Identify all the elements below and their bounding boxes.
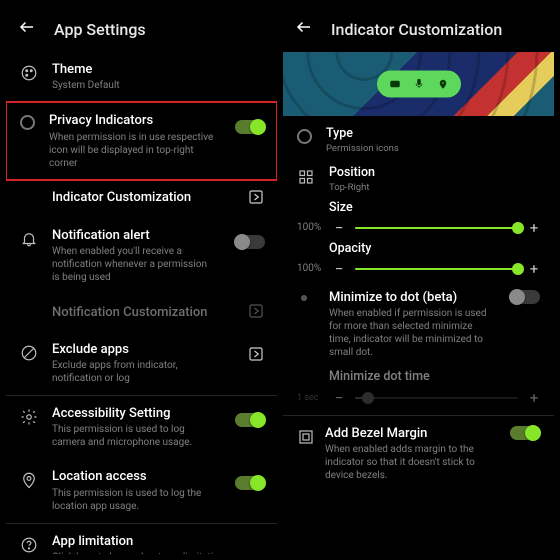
settings-icon [20, 408, 38, 426]
ring-icon [297, 129, 312, 144]
minus-icon: − [333, 389, 345, 407]
indicator-preview [283, 52, 554, 116]
plus-icon: + [528, 389, 540, 407]
notif-title: Notification alert [52, 228, 215, 244]
notif-toggle[interactable] [235, 235, 265, 249]
open-icon [247, 345, 265, 367]
open-icon [247, 302, 265, 324]
min-time-slider: Minimize dot time 1 sec − + [283, 367, 554, 409]
exclude-title: Exclude apps [52, 342, 227, 358]
theme-sub: System Default [52, 79, 259, 92]
help-icon [20, 536, 38, 554]
size-percent: 100% [297, 222, 325, 233]
position-row[interactable]: Position Top-Right [283, 159, 554, 198]
min-time-track [355, 397, 518, 399]
privacy-sub: When permission is in use respective ico… [49, 131, 215, 170]
min-time-label: 1 sec [297, 393, 325, 403]
ring-icon [20, 115, 35, 130]
camera-icon [389, 75, 401, 94]
app-settings-pane: App Settings Theme System Default Privac… [6, 6, 277, 554]
type-sub: Permission icons [326, 143, 534, 155]
header: Indicator Customization [283, 6, 554, 52]
opacity-slider: Opacity 100% − + [283, 239, 554, 280]
size-slider: Size 100% − + [283, 198, 554, 239]
limit-title: App limitation [52, 534, 259, 550]
indicator-pill [377, 71, 461, 98]
position-sub: Top-Right [329, 182, 534, 194]
location-icon [20, 471, 38, 489]
bezel-sub: When enabled adds margin to the indicato… [325, 443, 494, 482]
palette-icon [20, 64, 38, 82]
back-icon[interactable] [18, 18, 36, 40]
notif-sub: When enabled you'll receive a notificati… [52, 245, 215, 284]
notif-cust-title: Notification Customization [52, 305, 208, 321]
bezel-toggle[interactable] [510, 426, 540, 440]
privacy-indicators-row[interactable]: Privacy Indicators When permission is in… [6, 102, 277, 179]
dot-icon [301, 295, 307, 301]
notification-customization-row: Notification Customization [6, 294, 277, 332]
position-title: Position [329, 165, 534, 181]
minus-icon[interactable]: − [333, 260, 345, 278]
size-track[interactable] [355, 227, 518, 229]
privacy-toggle[interactable] [235, 120, 265, 134]
access-title: Accessibility Setting [52, 406, 215, 422]
opacity-percent: 100% [297, 263, 325, 274]
plus-icon[interactable]: + [528, 219, 540, 237]
page-title: Indicator Customization [331, 20, 502, 39]
notification-alert-row[interactable]: Notification alert When enabled you'll r… [6, 218, 277, 294]
exclude-apps-row[interactable]: Exclude apps Exclude apps from indicator… [6, 332, 277, 396]
opacity-track[interactable] [355, 268, 518, 270]
grid-icon [297, 168, 315, 186]
minimize-dot-row[interactable]: Minimize to dot (beta) When enabled if p… [283, 284, 554, 365]
header: App Settings [6, 6, 277, 52]
min-title: Minimize to dot (beta) [329, 290, 494, 306]
back-icon[interactable] [295, 18, 313, 40]
access-toggle[interactable] [235, 413, 265, 427]
minus-icon[interactable]: − [333, 219, 345, 237]
indicator-customization-pane: Indicator Customization Type Permission … [283, 6, 554, 554]
app-limitation-row[interactable]: App limitation Click here to know about … [6, 524, 277, 555]
size-title: Size [329, 200, 540, 215]
limit-sub: Click here to know about app limitations [52, 551, 259, 554]
pin-icon [437, 75, 449, 94]
min-sub: When enabled if permission is used for m… [329, 307, 494, 359]
bezel-margin-row[interactable]: Add Bezel Margin When enabled adds margi… [283, 415, 554, 488]
privacy-title: Privacy Indicators [49, 113, 215, 129]
theme-row[interactable]: Theme System Default [6, 52, 277, 102]
type-title: Type [326, 126, 534, 142]
bezel-title: Add Bezel Margin [325, 426, 494, 442]
indicator-customization-row[interactable]: Indicator Customization [6, 180, 277, 218]
type-row[interactable]: Type Permission icons [283, 120, 554, 159]
accessibility-row[interactable]: Accessibility Setting This permission is… [6, 396, 277, 459]
location-sub: This permission is used to log the locat… [52, 487, 215, 513]
location-row[interactable]: Location access This permission is used … [6, 459, 277, 523]
access-sub: This permission is used to log camera an… [52, 423, 215, 449]
exclude-sub: Exclude apps from indicator, notificatio… [52, 359, 227, 385]
theme-title: Theme [52, 62, 259, 78]
ban-icon [20, 344, 38, 362]
mic-icon [413, 75, 425, 94]
location-title: Location access [52, 469, 215, 485]
page-title: App Settings [54, 20, 146, 39]
location-toggle[interactable] [235, 476, 265, 490]
plus-icon[interactable]: + [528, 260, 540, 278]
open-icon [247, 188, 265, 210]
margin-icon [297, 428, 315, 446]
min-time-title: Minimize dot time [329, 369, 540, 385]
opacity-title: Opacity [329, 241, 540, 256]
indicator-cust-title: Indicator Customization [52, 190, 191, 206]
minimize-toggle[interactable] [510, 290, 540, 304]
bell-icon [20, 230, 38, 248]
